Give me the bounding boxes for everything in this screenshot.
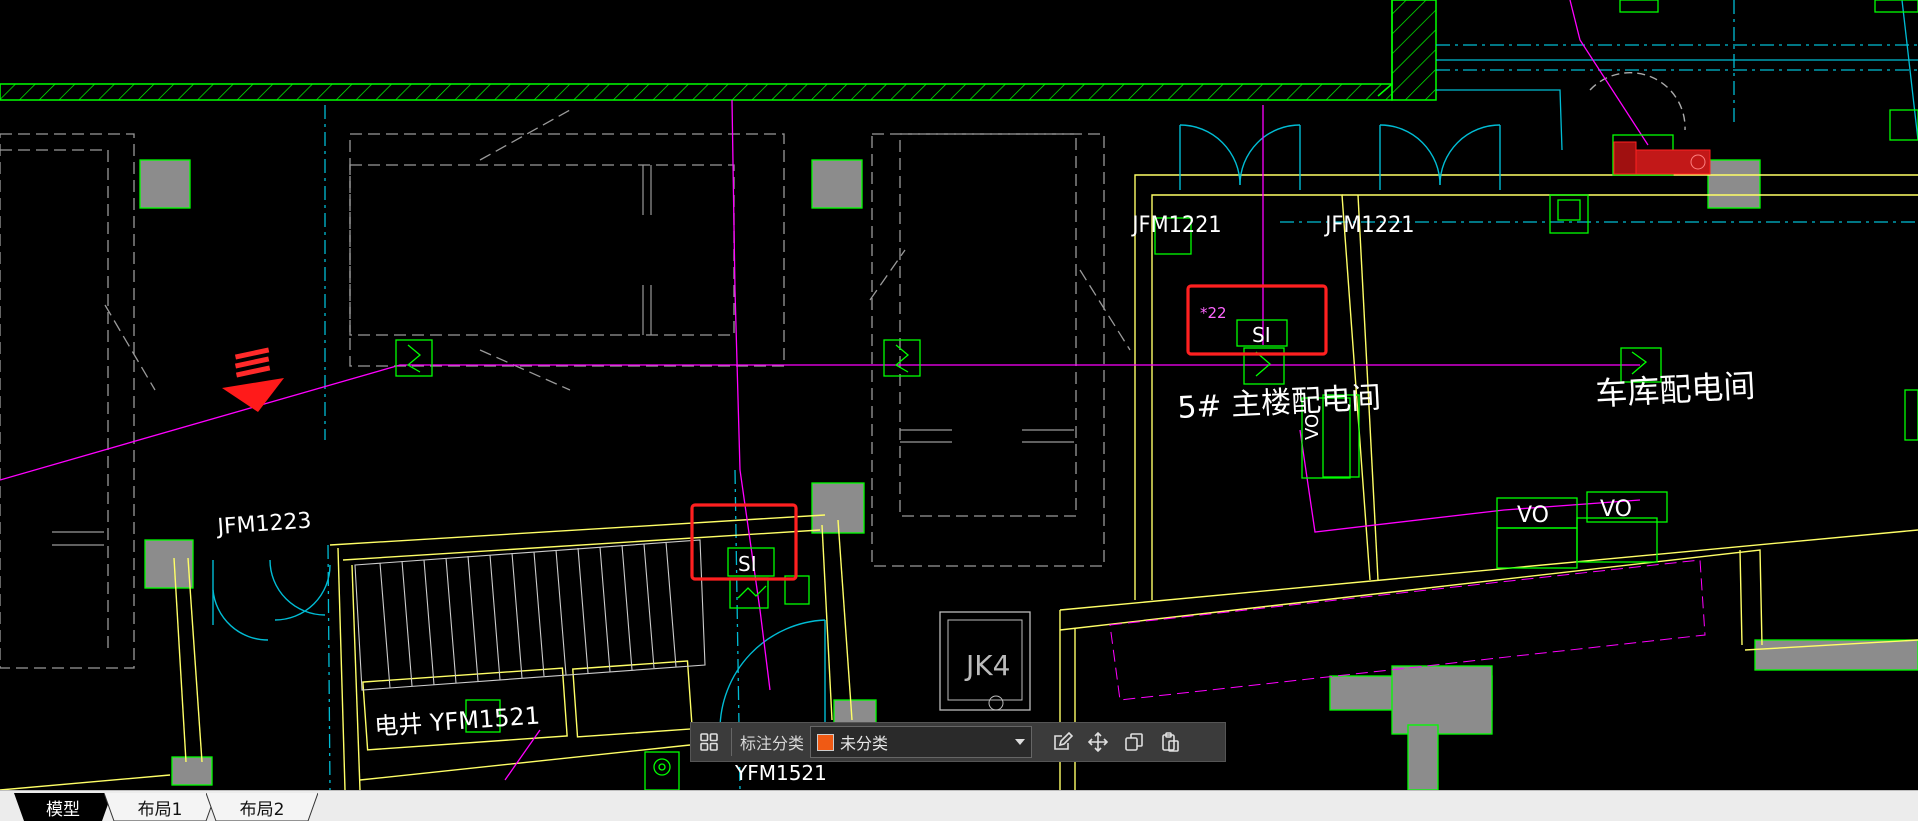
label-si-1: SI xyxy=(1252,323,1271,347)
label-yfm1521: 电井 YFM1521 xyxy=(373,701,540,741)
category-value: 未分类 xyxy=(840,734,889,753)
label-vo-2: VO xyxy=(1600,497,1632,522)
annotation-highlights xyxy=(690,284,1328,581)
chevron-down-icon xyxy=(1015,739,1026,745)
cad-viewport[interactable]: JFM1221 JFM1221 JFM1223 电井 YFM1521 YFM15… xyxy=(0,0,1918,821)
label-si-2: SI xyxy=(738,552,757,576)
paste-icon[interactable] xyxy=(1152,724,1188,760)
top-hatched-wall xyxy=(0,0,1437,101)
tab-model-label: 模型 xyxy=(46,799,80,820)
staircase xyxy=(354,539,706,691)
drawing-labels: JFM1221 JFM1221 JFM1223 电井 YFM1521 YFM15… xyxy=(215,213,1757,785)
tab-layout2[interactable]: 布局2 xyxy=(206,793,318,821)
fixture-marks xyxy=(52,165,1074,546)
move-icon[interactable] xyxy=(1080,724,1116,760)
tab-model[interactable]: 模型 xyxy=(14,793,112,821)
columns xyxy=(139,159,1918,790)
category-dropdown[interactable]: 未分类 xyxy=(810,726,1033,758)
label-vo-1: VO xyxy=(1517,503,1549,528)
red-down-arrow-icon xyxy=(222,347,284,412)
label-jk4: JK4 xyxy=(964,649,1010,682)
red-equipment xyxy=(1613,141,1711,175)
layout-tab-bar: 模型 布局1 布局2 xyxy=(0,790,1918,821)
label-jfm1221-a: JFM1221 xyxy=(1130,213,1221,239)
category-label: 标注分类 xyxy=(740,734,805,753)
door-swings xyxy=(212,72,1686,731)
label-jfm1221-b: JFM1221 xyxy=(1323,213,1414,239)
tab-layout2-label: 布局2 xyxy=(239,799,285,820)
copy-icon[interactable] xyxy=(1116,724,1152,760)
tab-layout1[interactable]: 布局1 xyxy=(104,793,216,821)
toolbar-divider xyxy=(731,728,732,756)
label-yfm1521-lower: YFM1521 xyxy=(734,761,827,785)
tab-layout1-label: 布局1 xyxy=(137,799,183,820)
label-main-power-room: 5# 主楼配电间 xyxy=(1177,380,1382,426)
cad-drawing-canvas[interactable]: JFM1221 JFM1221 JFM1223 电井 YFM1521 YFM15… xyxy=(0,0,1918,790)
grid-icon[interactable] xyxy=(691,724,727,760)
label-garage-power-room: 车库配电间 xyxy=(1594,367,1756,413)
annotation-toolbar: 标注分类 未分类 xyxy=(690,722,1226,762)
label-jfm1223: JFM1223 xyxy=(215,508,313,540)
edit-icon[interactable] xyxy=(1044,724,1080,760)
category-color-swatch xyxy=(817,733,835,751)
room-boundaries xyxy=(0,174,1918,790)
label-mark-22: *22 xyxy=(1200,304,1227,322)
label-vo-vertical: VO xyxy=(1302,414,1323,440)
